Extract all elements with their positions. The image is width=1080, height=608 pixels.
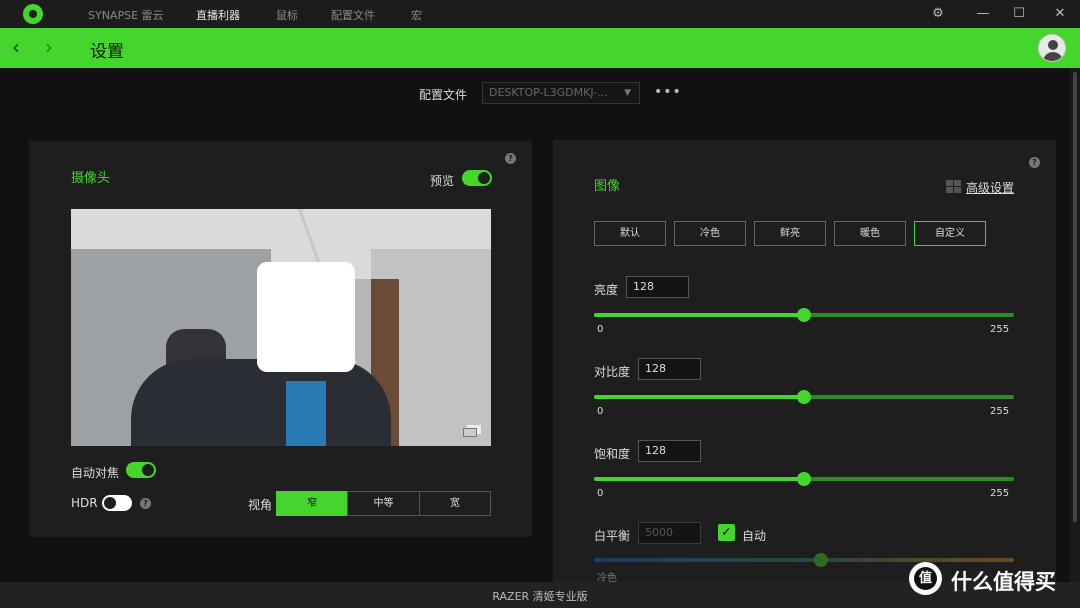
watermark-text: 什么值得买 bbox=[951, 570, 1056, 594]
preset-vivid-button[interactable]: 鲜亮 bbox=[754, 221, 826, 246]
hdr-toggle[interactable] bbox=[102, 495, 132, 511]
auto-label: 自动 bbox=[742, 529, 767, 543]
slider-fill bbox=[594, 477, 804, 481]
slider-fill bbox=[594, 395, 804, 399]
contrast-input[interactable]: 128 bbox=[638, 358, 701, 380]
white-balance-input[interactable]: 5000 bbox=[638, 522, 701, 544]
windows-icon bbox=[946, 180, 962, 194]
avatar-body bbox=[1043, 52, 1063, 61]
slider-knob[interactable] bbox=[797, 390, 811, 404]
minimize-icon[interactable]: — bbox=[973, 4, 993, 24]
preset-warm-button[interactable]: 暖色 bbox=[834, 221, 906, 246]
fullscreen-icon[interactable] bbox=[463, 425, 481, 437]
title-bar: SYNAPSE 雷云 直播利器 鼠标 配置文件 宏 ⚙ — ☐ ✕ bbox=[0, 0, 1080, 28]
white-balance-label: 白平衡 bbox=[594, 529, 631, 543]
nav-profiles[interactable]: 配置文件 bbox=[331, 7, 375, 23]
preset-default-button[interactable]: 默认 bbox=[594, 221, 666, 246]
slider-track bbox=[594, 558, 1014, 562]
contrast-min: 0 bbox=[597, 406, 604, 417]
brightness-min: 0 bbox=[597, 324, 604, 335]
autofocus-toggle[interactable] bbox=[126, 462, 156, 478]
saturation-min: 0 bbox=[597, 488, 604, 499]
preview-shirt bbox=[286, 381, 326, 446]
maximize-icon[interactable]: ☐ bbox=[1009, 4, 1029, 24]
help-icon[interactable]: ? bbox=[1029, 157, 1040, 168]
profile-select[interactable]: DESKTOP-L3GDMKJ-... ▼ bbox=[482, 82, 640, 104]
profile-label: 配置文件 bbox=[419, 88, 468, 102]
brightness-max: 255 bbox=[990, 324, 1010, 335]
hdr-label: HDR bbox=[71, 496, 98, 510]
saturation-slider[interactable] bbox=[594, 472, 1014, 486]
slider-fill bbox=[594, 313, 804, 317]
chevron-down-icon: ▼ bbox=[624, 88, 631, 98]
brightness-label: 亮度 bbox=[594, 283, 619, 297]
scrollbar-thumb[interactable] bbox=[1073, 72, 1077, 522]
camera-preview bbox=[71, 209, 491, 446]
gear-icon[interactable]: ⚙ bbox=[928, 4, 948, 24]
fov-medium-button[interactable]: 中等 bbox=[347, 491, 420, 516]
slider-knob[interactable] bbox=[797, 308, 811, 322]
nav-streaming[interactable]: 直播利器 bbox=[196, 7, 240, 23]
autofocus-label: 自动对焦 bbox=[71, 466, 120, 480]
image-title: 图像 bbox=[594, 179, 621, 194]
help-icon[interactable]: ? bbox=[140, 498, 151, 509]
brightness-slider[interactable] bbox=[594, 308, 1014, 322]
more-options-icon[interactable]: ••• bbox=[654, 84, 682, 100]
help-icon[interactable]: ? bbox=[505, 153, 516, 164]
white-balance-slider[interactable] bbox=[594, 553, 1014, 567]
contrast-slider[interactable] bbox=[594, 390, 1014, 404]
page-title: 设置 bbox=[90, 42, 124, 62]
camera-title: 摄像头 bbox=[71, 171, 111, 186]
nav-synapse[interactable]: SYNAPSE 雷云 bbox=[88, 7, 164, 23]
preview-toggle[interactable] bbox=[462, 170, 492, 186]
avatar[interactable] bbox=[1038, 34, 1066, 62]
preset-row: 默认 冷色 鲜亮 暖色 自定义 bbox=[594, 221, 987, 246]
back-arrow-icon[interactable]: ‹ bbox=[12, 36, 20, 58]
saturation-label: 饱和度 bbox=[594, 447, 631, 461]
forward-arrow-icon[interactable]: › bbox=[45, 36, 53, 58]
saturation-max: 255 bbox=[990, 488, 1010, 499]
watermark-logo-char: 值 bbox=[914, 567, 937, 590]
fov-label: 视角 bbox=[248, 498, 273, 512]
preview-label: 预览 bbox=[430, 174, 455, 188]
advanced-settings-link[interactable]: 高级设置 bbox=[966, 179, 1014, 196]
brightness-input[interactable]: 128 bbox=[626, 276, 689, 298]
close-icon[interactable]: ✕ bbox=[1050, 4, 1070, 24]
fov-wide-button[interactable]: 宽 bbox=[418, 491, 491, 516]
auto-white-balance-checkbox[interactable]: ✓ bbox=[718, 524, 735, 541]
fov-selector: 窄 中等 宽 bbox=[276, 491, 491, 516]
contrast-max: 255 bbox=[990, 406, 1010, 417]
preview-person bbox=[131, 359, 391, 446]
nav-mouse[interactable]: 鼠标 bbox=[276, 7, 298, 23]
razer-logo-icon bbox=[23, 4, 43, 24]
preset-custom-button[interactable]: 自定义 bbox=[914, 221, 986, 246]
scrollbar[interactable] bbox=[1070, 68, 1080, 582]
preset-cool-button[interactable]: 冷色 bbox=[674, 221, 746, 246]
fov-narrow-button[interactable]: 窄 bbox=[276, 491, 349, 516]
avatar-head bbox=[1048, 40, 1058, 50]
slider-knob[interactable] bbox=[813, 553, 828, 567]
profile-select-value: DESKTOP-L3GDMKJ-... bbox=[489, 86, 608, 99]
contrast-label: 对比度 bbox=[594, 365, 631, 379]
page-header: ‹ › 设置 bbox=[0, 28, 1080, 68]
saturation-input[interactable]: 128 bbox=[638, 440, 701, 462]
watermark-logo: 值 bbox=[909, 562, 942, 595]
slider-knob[interactable] bbox=[797, 472, 811, 486]
nav-macro[interactable]: 宏 bbox=[411, 7, 422, 23]
face-blur-mask bbox=[257, 262, 355, 372]
